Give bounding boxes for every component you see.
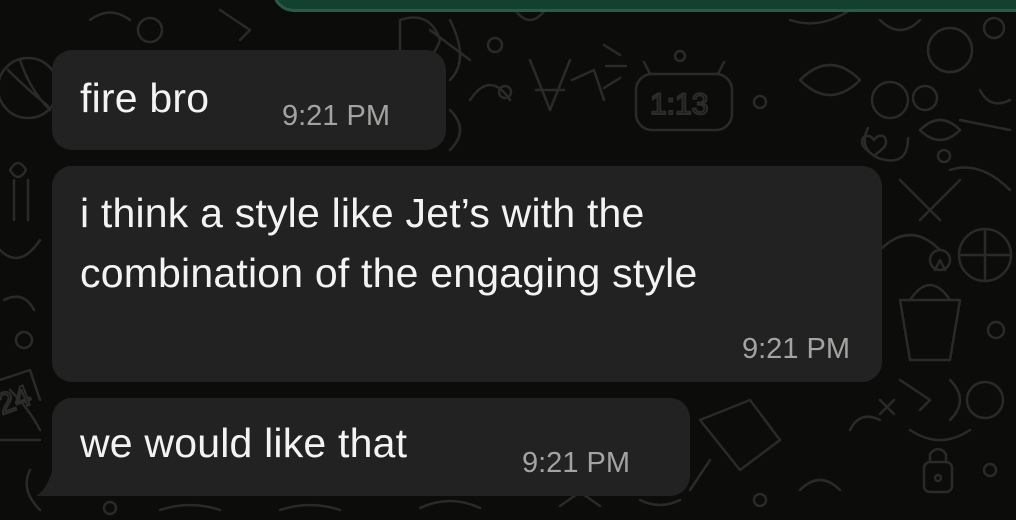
message-timestamp: 9:21 PM [522,447,630,479]
message-text-line: combination of the engaging style [80,250,698,296]
chat-area[interactable]: 1:13 24 fire bro 9:21 PM i think a style… [0,0,1016,520]
message-text: we would like that [80,420,408,466]
message-text: fire bro [80,75,210,121]
message-text: i think a style like Jet’s with the comb… [80,183,697,303]
message-timestamp: 9:21 PM [742,333,850,365]
message-bubble-incoming[interactable]: fire bro 9:21 PM [52,50,446,150]
message-timestamp: 9:21 PM [282,100,390,132]
doodle-clock-text: 1:13 [650,88,708,121]
outgoing-bubble-edge[interactable] [272,0,1016,12]
message-text-line: i think a style like Jet’s with the [80,190,645,236]
message-bubble-incoming[interactable]: we would like that 9:21 PM [52,398,690,496]
message-bubble-incoming[interactable]: i think a style like Jet’s with the comb… [52,166,882,382]
